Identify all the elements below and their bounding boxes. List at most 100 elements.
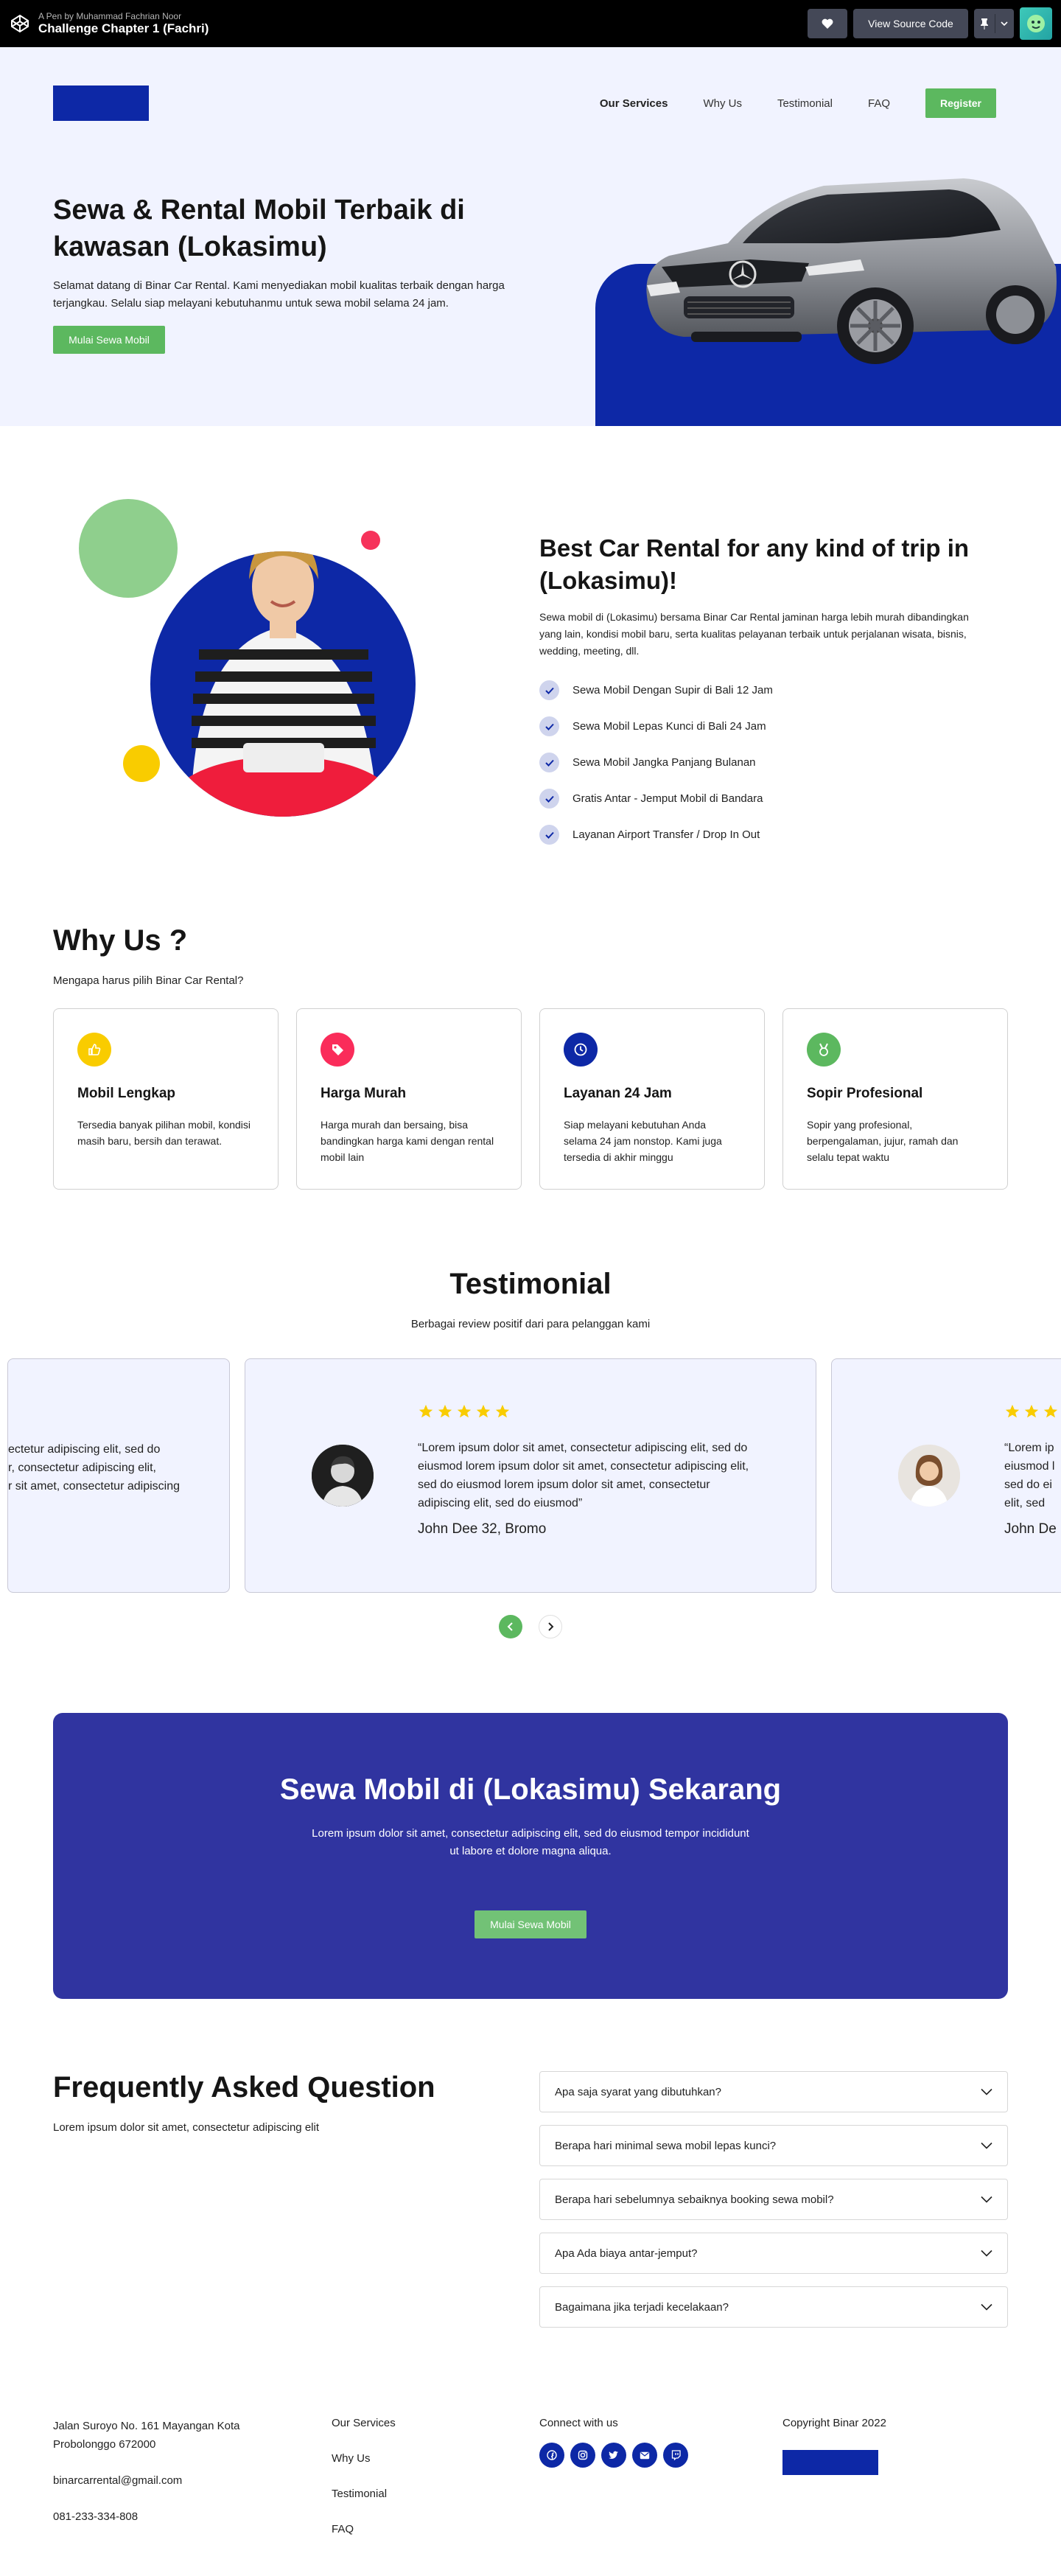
- faq-item[interactable]: Apa saja syarat yang dibutuhkan?: [539, 2071, 1008, 2112]
- services-illustration: [79, 499, 416, 817]
- twitter-icon[interactable]: [601, 2443, 626, 2468]
- why-card: Sopir Profesional Sopir yang profesional…: [782, 1008, 1008, 1190]
- star-icon: [1005, 1404, 1020, 1418]
- why-card-title: Layanan 24 Jam: [564, 1086, 672, 1101]
- faq-item[interactable]: Apa Ada biaya antar-jemput?: [539, 2233, 1008, 2274]
- footer-link-testimonial[interactable]: Testimonial: [332, 2488, 396, 2523]
- chevron-down-icon: [1001, 21, 1008, 27]
- faq-item[interactable]: Bagaimana jika terjadi kecelakaan?: [539, 2286, 1008, 2328]
- social-links: [539, 2443, 688, 2468]
- footer-logo[interactable]: [782, 2450, 878, 2475]
- why-card: Mobil Lengkap Tersedia banyak pilihan mo…: [53, 1008, 279, 1190]
- medal-icon: [807, 1033, 841, 1067]
- codepen-logo-icon[interactable]: [9, 13, 31, 35]
- twitch-icon[interactable]: [663, 2443, 688, 2468]
- pin-button[interactable]: [974, 9, 1014, 38]
- check-icon: [539, 753, 559, 772]
- services-title: Best Car Rental for any kind of trip in …: [539, 534, 970, 594]
- hero-cta-button[interactable]: Mulai Sewa Mobil: [53, 326, 165, 354]
- avatar: [312, 1445, 374, 1507]
- footer-link-why-us[interactable]: Why Us: [332, 2452, 396, 2488]
- register-button[interactable]: Register: [925, 88, 996, 118]
- pen-author[interactable]: A Pen by Muhammad Fachrian Noor: [38, 11, 209, 21]
- yellow-dot-decor: [123, 745, 160, 782]
- why-card: Layanan 24 Jam Siap melayani kebutuhan A…: [539, 1008, 765, 1190]
- services-list: Sewa Mobil Dengan Supir di Bali 12 Jam S…: [539, 672, 773, 853]
- faq-item[interactable]: Berapa hari sebelumnya sebaiknya booking…: [539, 2179, 1008, 2220]
- car-image: [646, 178, 1057, 364]
- chevron-down-icon: [981, 2249, 992, 2257]
- why-card-text: Siap melayani kebutuhan Anda selama 24 j…: [564, 1119, 722, 1163]
- footer-copyright-block: Copyright Binar 2022: [782, 2417, 886, 2475]
- testimonial-author: John De: [1004, 1521, 1057, 1537]
- main-nav: Our Services Why Us Testimonial FAQ Regi…: [600, 88, 996, 118]
- avatar-face-icon: [1027, 15, 1045, 32]
- facebook-icon[interactable]: [539, 2443, 564, 2468]
- why-card-text: Harga murah dan bersaing, bisa bandingka…: [321, 1119, 494, 1163]
- check-icon: [539, 716, 559, 736]
- cta-banner: Sewa Mobil di (Lokasimu) Sekarang Lorem …: [53, 1713, 1008, 1999]
- green-circle-decor: [79, 499, 178, 598]
- carousel-prev-button[interactable]: [499, 1615, 522, 1638]
- star-icon: [495, 1404, 510, 1418]
- footer-link-faq[interactable]: FAQ: [332, 2523, 396, 2558]
- faq-item[interactable]: Berapa hari minimal sewa mobil lepas kun…: [539, 2125, 1008, 2166]
- hero-title: Sewa & Rental Mobil Terbaik di kawasan (…: [53, 195, 465, 262]
- why-card-title: Harga Murah: [321, 1086, 407, 1101]
- star-icon: [1043, 1404, 1058, 1418]
- hero-section: Our Services Why Us Testimonial FAQ Regi…: [0, 47, 1061, 426]
- connect-label: Connect with us: [539, 2417, 618, 2429]
- footer-email[interactable]: binarcarrental@gmail.com: [53, 2471, 274, 2490]
- check-icon: [539, 789, 559, 809]
- avatar: [898, 1445, 960, 1507]
- footer-phone: 081-233-334-808: [53, 2510, 139, 2523]
- cta-text: Lorem ipsum dolor sit amet, consectetur …: [312, 1827, 749, 1857]
- chevron-down-icon: [981, 2088, 992, 2095]
- nav-our-services[interactable]: Our Services: [600, 97, 668, 110]
- list-item: Sewa Mobil Lepas Kunci di Bali 24 Jam: [539, 708, 773, 744]
- view-source-button[interactable]: View Source Code: [853, 9, 968, 38]
- red-dot-decor: [361, 531, 380, 550]
- thumbs-up-icon: [77, 1033, 111, 1067]
- why-us-cards: Mobil Lengkap Tersedia banyak pilihan mo…: [53, 1008, 1008, 1190]
- star-icon: [457, 1404, 472, 1418]
- chevron-down-icon: [981, 2142, 992, 2149]
- tag-icon: [321, 1033, 354, 1067]
- carousel-next-button[interactable]: [539, 1615, 562, 1638]
- nav-why-us[interactable]: Why Us: [703, 97, 742, 110]
- faq-subtitle: Lorem ipsum dolor sit amet, consectetur …: [53, 2121, 319, 2134]
- nav-testimonial[interactable]: Testimonial: [777, 97, 833, 110]
- why-card-text: Sopir yang profesional, berpengalaman, j…: [807, 1119, 959, 1163]
- chevron-down-icon: [981, 2303, 992, 2311]
- instagram-icon[interactable]: [570, 2443, 595, 2468]
- why-card-title: Mobil Lengkap: [77, 1086, 175, 1101]
- hero-description: Selamat datang di Binar Car Rental. Kami…: [53, 279, 505, 310]
- footer-link-our-services[interactable]: Our Services: [332, 2417, 396, 2452]
- nav-faq[interactable]: FAQ: [868, 97, 890, 110]
- list-item: Layanan Airport Transfer / Drop In Out: [539, 817, 773, 853]
- testimonial-author: John Dee 32, Bromo: [418, 1521, 547, 1537]
- mail-icon[interactable]: [632, 2443, 657, 2468]
- check-icon: [539, 680, 559, 700]
- testimonial-quote: ectetur adipiscing elit, sed do r, conse…: [8, 1443, 180, 1493]
- user-avatar[interactable]: [1020, 7, 1052, 40]
- testimonial-card-next: “Lorem ip eiusmod l sed do ei elit, sed …: [831, 1358, 1061, 1593]
- cta-button[interactable]: Mulai Sewa Mobil: [475, 1910, 586, 1938]
- rating-stars: [1004, 1403, 1059, 1420]
- testimonial-title: Testimonial: [449, 1268, 612, 1300]
- cta-title: Sewa Mobil di (Lokasimu) Sekarang: [279, 1773, 782, 1806]
- chevron-right-icon: [548, 1622, 554, 1631]
- footer-contact: Jalan Suroyo No. 161 Mayangan Kota Probo…: [53, 2417, 274, 2526]
- testimonial-card-active: “Lorem ipsum dolor sit amet, consectetur…: [245, 1358, 816, 1593]
- list-item: Sewa Mobil Jangka Panjang Bulanan: [539, 744, 773, 781]
- brand-logo[interactable]: [53, 85, 149, 121]
- why-card-title: Sopir Profesional: [807, 1086, 923, 1101]
- faq-list: Apa saja syarat yang dibutuhkan? Berapa …: [539, 2071, 1008, 2340]
- pin-icon: [981, 18, 988, 29]
- like-button[interactable]: [808, 9, 847, 38]
- chevron-down-icon: [981, 2196, 992, 2203]
- why-card: Harga Murah Harga murah dan bersaing, bi…: [296, 1008, 522, 1190]
- clock-icon: [564, 1033, 598, 1067]
- check-icon: [539, 825, 559, 845]
- footer-links: Our Services Why Us Testimonial FAQ: [332, 2417, 396, 2558]
